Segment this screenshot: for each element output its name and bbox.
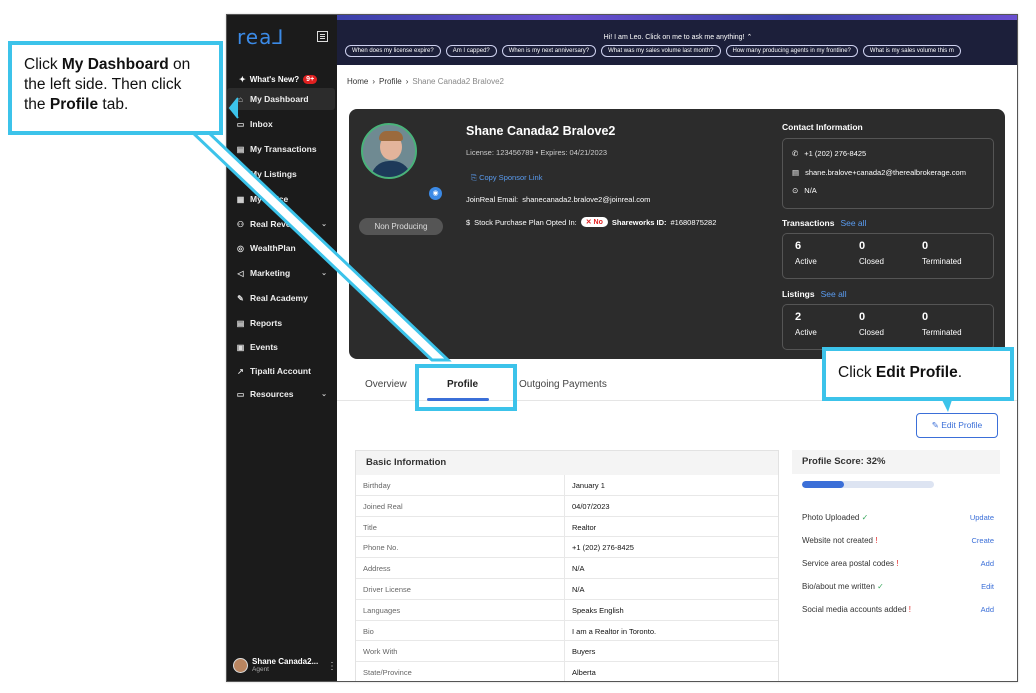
right-instruction-callout: Click Edit Profile. xyxy=(822,347,1014,401)
left-instruction-callout: Click My Dashboard on the left side. The… xyxy=(8,41,223,135)
callout-text: Click xyxy=(24,56,62,73)
profile-tab-highlight xyxy=(415,364,517,411)
left-callout-arrowhead xyxy=(228,97,239,119)
right-callout-pointer xyxy=(942,400,952,412)
left-callout-pointer xyxy=(188,130,452,362)
callout-text: Click xyxy=(838,364,876,381)
callout-text: . xyxy=(957,364,963,381)
callout-text: tab. xyxy=(98,96,129,113)
callout-bold: Edit Profile xyxy=(875,364,958,381)
callout-bold: Profile xyxy=(49,96,99,113)
callout-bold: My Dashboard xyxy=(61,56,169,73)
